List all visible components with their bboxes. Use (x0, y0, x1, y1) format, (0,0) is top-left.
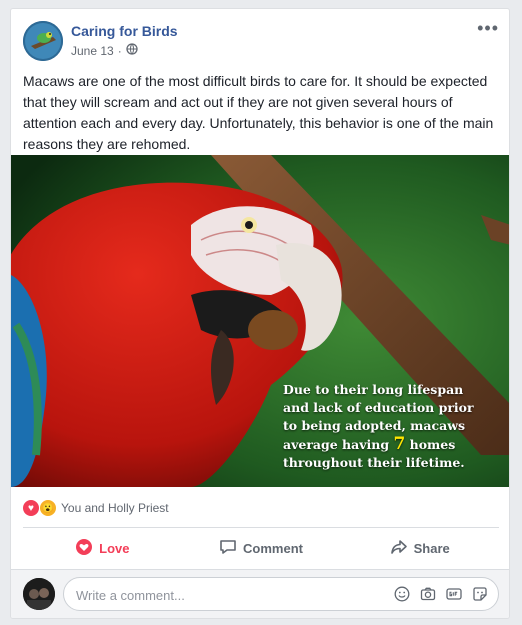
post-body: Macaws are one of the most difficult bir… (23, 73, 494, 152)
reactions-names[interactable]: You and Holly Priest (61, 501, 169, 515)
post-card: Caring for Birds June 13 · ••• Macaws ar… (10, 8, 510, 619)
comment-tools (394, 586, 488, 602)
comment-input[interactable] (74, 585, 378, 605)
comment-label: Comment (243, 540, 303, 556)
comment-box (63, 577, 499, 611)
reactions-summary[interactable]: ♥ 😮 You and Holly Priest (23, 499, 169, 517)
share-button[interactable]: Share (340, 531, 499, 565)
divider (23, 527, 499, 528)
caption-text: average having (283, 437, 394, 452)
caption-line: average having 7 homes (283, 435, 493, 454)
gif-icon[interactable] (446, 586, 462, 602)
action-bar: Love Comment Share (23, 531, 499, 565)
page-avatar[interactable] (23, 21, 63, 61)
globe-icon[interactable] (126, 43, 138, 58)
image-caption: Due to their long lifespan and lack of e… (283, 381, 493, 472)
current-user-avatar[interactable] (23, 578, 55, 610)
comment-button[interactable]: Comment (182, 531, 341, 565)
more-horizontal-icon[interactable]: ••• (477, 19, 499, 37)
post-image[interactable]: Due to their long lifespan and lack of e… (11, 155, 509, 487)
post-date[interactable]: June 13 (71, 44, 114, 58)
wow-icon: 😮 (39, 499, 57, 517)
post-header: Caring for Birds June 13 · ••• (23, 19, 499, 61)
camera-icon[interactable] (420, 586, 436, 602)
caption-highlight-number: 7 (393, 434, 406, 454)
meta-dot: · (117, 43, 122, 58)
caption-text: homes (405, 437, 456, 452)
love-label: Love (99, 540, 130, 556)
share-icon (390, 538, 408, 559)
emoji-icon[interactable] (394, 586, 410, 602)
sticker-icon[interactable] (472, 586, 488, 602)
caption-line: to being adopted, macaws (283, 418, 466, 433)
caption-line: Due to their long lifespan (283, 382, 464, 397)
love-button[interactable]: Love (23, 531, 182, 565)
share-label: Share (413, 540, 450, 556)
heart-icon: ♥ (23, 500, 39, 516)
heart-icon (75, 538, 93, 559)
comment-icon (219, 538, 237, 559)
post-meta: June 13 · (71, 43, 138, 58)
caption-line: and lack of education prior (283, 400, 474, 415)
page-name-link[interactable]: Caring for Birds (71, 23, 178, 39)
caption-line: throughout their lifetime. (283, 455, 465, 470)
